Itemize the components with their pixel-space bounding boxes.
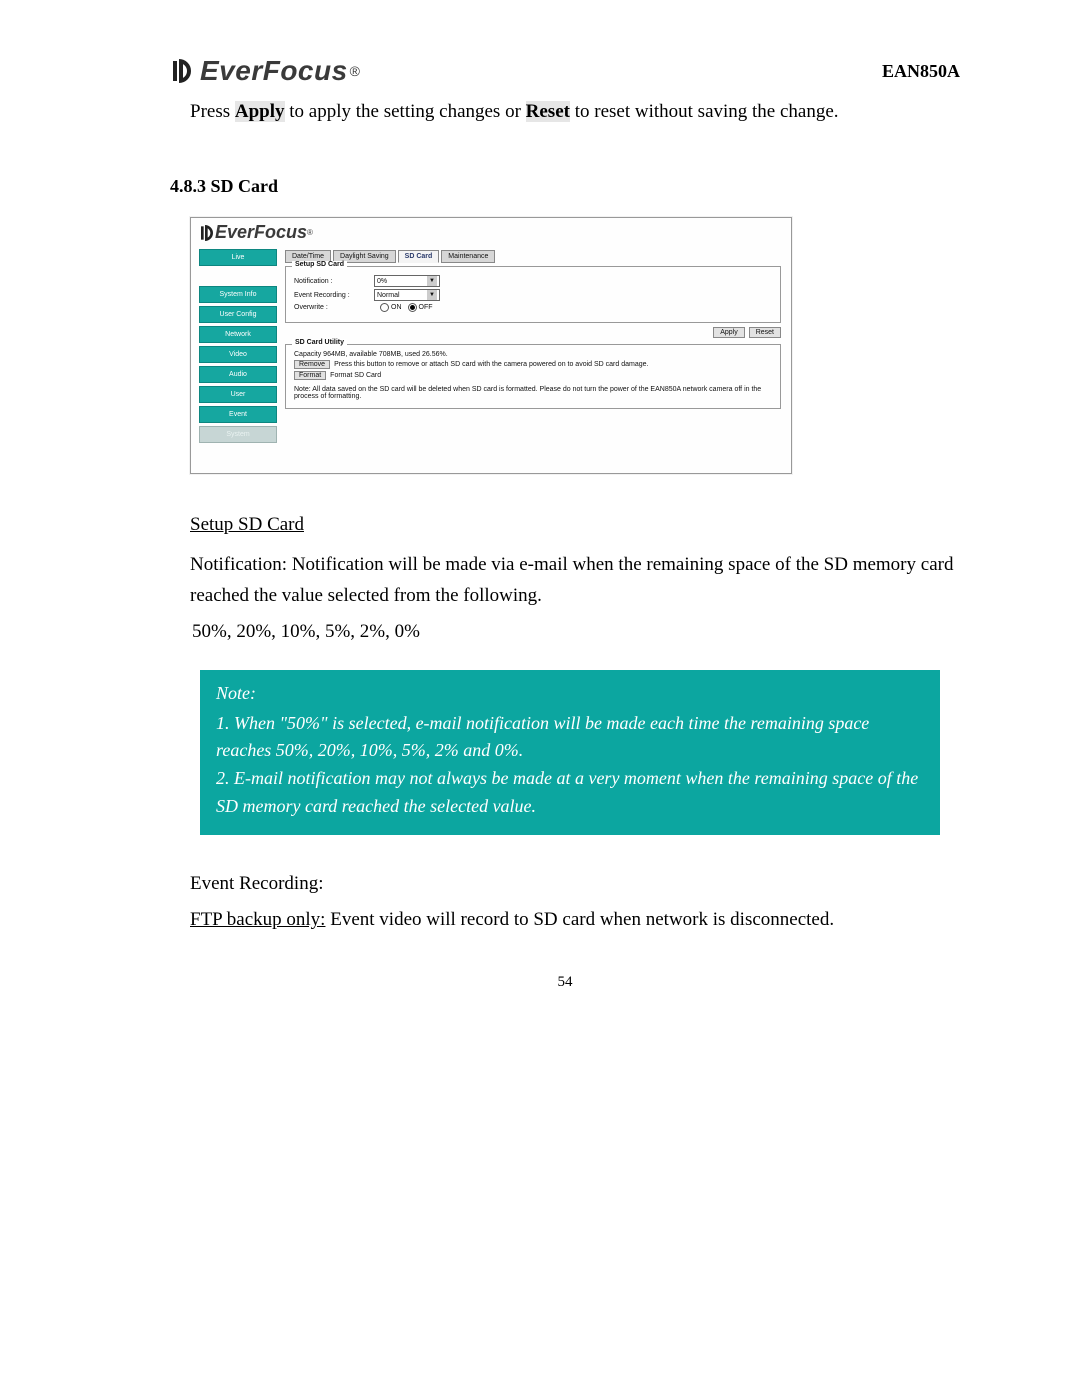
page-number: 54 <box>170 974 960 991</box>
tab-maintenance[interactable]: Maintenance <box>441 250 495 263</box>
sidebar-item-live[interactable]: Live <box>199 249 277 266</box>
ui-sidebar: Live System Info User Config Network Vid… <box>199 249 277 443</box>
label-event-recording: Event Recording : <box>294 292 374 299</box>
model-number: EAN850A <box>882 61 960 82</box>
format-text: Format SD Card <box>330 372 381 379</box>
radio-overwrite-on[interactable] <box>380 303 389 312</box>
ui-brand-name: EverFocus <box>215 222 307 243</box>
sidebar-item-user[interactable]: User <box>199 386 277 403</box>
select-notification[interactable]: 0% ▼ <box>374 275 440 287</box>
ui-brand-registered: ® <box>307 228 313 237</box>
ui-main: Date/Time Daylight Saving SD Card Mainte… <box>285 249 783 443</box>
intro-text: Press <box>190 101 235 122</box>
remove-button[interactable]: Remove <box>294 360 330 369</box>
utility-note: Note: All data saved on the SD card will… <box>294 386 772 400</box>
chevron-down-icon: ▼ <box>427 290 437 300</box>
sidebar-item-event[interactable]: Event <box>199 406 277 423</box>
radio-label-on: ON <box>391 304 402 311</box>
everfocus-icon <box>170 59 194 83</box>
note-line-1: 1. When "50%" is selected, e-mail notifi… <box>216 713 869 761</box>
chevron-down-icon: ▼ <box>427 276 437 286</box>
select-event-recording[interactable]: Normal ▼ <box>374 289 440 301</box>
sidebar-item-system-info[interactable]: System Info <box>199 286 277 303</box>
intro-reset-word: Reset <box>526 101 570 122</box>
everfocus-icon <box>199 225 215 241</box>
group-title: SD Card Utility <box>292 339 347 346</box>
notification-paragraph: Notification: Notification will be made … <box>190 550 960 611</box>
group-setup-sd-card: Setup SD Card Notification : 0% ▼ Event … <box>285 266 781 323</box>
event-recording-label: Event Recording: <box>190 869 960 899</box>
sidebar-item-network[interactable]: Network <box>199 326 277 343</box>
ftp-backup-paragraph: FTP backup only: Event video will record… <box>190 905 960 935</box>
brand-logo: EverFocus ® <box>170 55 360 87</box>
brand-registered: ® <box>350 63 360 79</box>
group-title: Setup SD Card <box>292 261 347 268</box>
sidebar-item-video[interactable]: Video <box>199 346 277 363</box>
radio-label-off: OFF <box>419 304 433 311</box>
ui-tabs: Date/Time Daylight Saving SD Card Mainte… <box>285 249 783 262</box>
tab-sd-card[interactable]: SD Card <box>398 250 440 263</box>
apply-button[interactable]: Apply <box>713 327 745 338</box>
note-title: Note: <box>216 680 924 708</box>
radio-overwrite-off[interactable] <box>408 303 417 312</box>
camera-ui-screenshot: EverFocus ® Live System Info User Config… <box>190 217 792 474</box>
intro-apply-word: Apply <box>235 101 285 122</box>
select-notification-value: 0% <box>377 278 387 285</box>
format-button[interactable]: Format <box>294 371 326 380</box>
sidebar-item-user-config[interactable]: User Config <box>199 306 277 323</box>
ftp-backup-label: FTP backup only: <box>190 909 325 930</box>
setup-sd-card-subhead: Setup SD Card <box>190 514 304 536</box>
label-overwrite: Overwrite : <box>294 304 374 311</box>
section-title: 4.8.3 SD Card <box>170 176 960 197</box>
ftp-backup-text: Event video will record to SD card when … <box>325 909 834 930</box>
select-event-value: Normal <box>377 292 400 299</box>
ui-brand-logo: EverFocus ® <box>199 222 783 243</box>
group-sd-card-utility: SD Card Utility Capacity 964MB, availabl… <box>285 344 781 409</box>
intro-text: to apply the setting changes or <box>285 101 526 122</box>
reset-button[interactable]: Reset <box>749 327 781 338</box>
percent-line: 50%, 20%, 10%, 5%, 2%, 0% <box>192 617 960 647</box>
intro-paragraph: Press Apply to apply the setting changes… <box>190 97 960 126</box>
label-notification: Notification : <box>294 278 374 285</box>
sidebar-item-audio[interactable]: Audio <box>199 366 277 383</box>
page-header: EverFocus ® EAN850A <box>170 55 960 87</box>
brand-name: EverFocus <box>200 55 348 87</box>
capacity-line: Capacity 964MB, available 708MB, used 26… <box>294 351 772 358</box>
intro-text: to reset without saving the change. <box>570 101 839 122</box>
note-line-2: 2. E-mail notification may not always be… <box>216 768 918 816</box>
remove-text: Press this button to remove or attach SD… <box>334 361 648 368</box>
note-box: Note: 1. When "50%" is selected, e-mail … <box>200 670 940 835</box>
sidebar-item-system[interactable]: System <box>199 426 277 443</box>
